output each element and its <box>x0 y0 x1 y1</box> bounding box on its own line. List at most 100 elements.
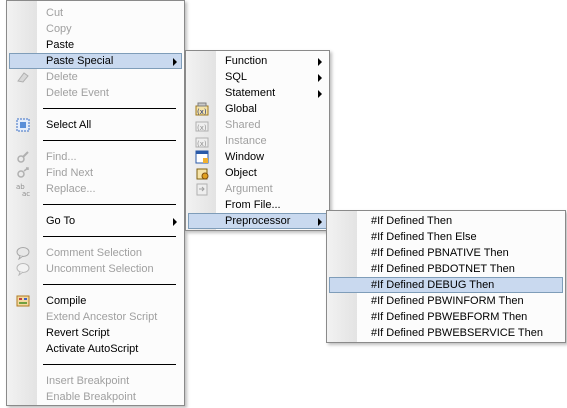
menu-item-compile[interactable]: Compile <box>9 293 182 309</box>
menu-item-label: #If Defined Then <box>371 215 453 227</box>
menu-item-if-defined-pbwebservice-then[interactable]: #If Defined PBWEBSERVICE Then <box>329 325 563 341</box>
menu-item-window-label: Window <box>225 151 265 163</box>
menu-item-if-defined-pbdotnet-then[interactable]: #If Defined PBDOTNET Then <box>329 261 563 277</box>
binoculars-icon <box>17 151 29 163</box>
menu-item-delete-label: Delete <box>46 71 78 83</box>
menu-item-shared-label: Shared <box>225 119 261 131</box>
menu-item-find: Find... <box>9 149 182 165</box>
menu-item-sql[interactable]: SQL <box>188 69 327 85</box>
menu-item-activate-autoscript-label: Activate AutoScript <box>46 343 139 355</box>
menu-item-object[interactable]: Object <box>188 165 327 181</box>
menu-item-global[interactable]: (x) Global <box>188 101 327 117</box>
window-icon <box>195 150 209 164</box>
submenu-arrow-icon <box>173 58 177 66</box>
select-all-icon <box>16 118 30 132</box>
menu-item-label: #If Defined PBWEBSERVICE Then <box>371 327 544 339</box>
menu-item-instance: (x) Instance <box>188 133 327 149</box>
menu-item-label: #If Defined Then Else <box>371 231 477 243</box>
menu-item-find-next: Find Next <box>9 165 182 181</box>
svg-text:(x): (x) <box>197 140 207 148</box>
comment-icon <box>16 247 30 260</box>
menu-item-extend-ancestor-script: Extend Ancestor Script <box>9 309 182 325</box>
eraser-icon <box>17 72 29 83</box>
menu-item-function-label: Function <box>225 55 268 67</box>
submenu-arrow-icon <box>318 90 322 98</box>
menu-item-label: #If Defined PBWEBFORM Then <box>371 311 528 323</box>
menu-item-argument-label: Argument <box>225 183 273 195</box>
menu-item-find-label: Find... <box>46 151 77 163</box>
svg-text:ac: ac <box>22 190 30 196</box>
menu-item-revert-script[interactable]: Revert Script <box>9 325 182 341</box>
menu-item-comment-selection: Comment Selection <box>9 245 182 261</box>
menu-item-preprocessor-label: Preprocessor <box>225 215 291 227</box>
menu-separator <box>43 140 176 141</box>
menu-item-select-all-label: Select All <box>46 119 92 131</box>
menu-item-compile-label: Compile <box>46 295 87 307</box>
menu-item-paste-special[interactable]: Paste Special <box>9 53 182 69</box>
menu-item-shared: (x) Shared <box>188 117 327 133</box>
argument-icon <box>196 183 208 196</box>
svg-text:(x): (x) <box>197 108 207 116</box>
menu-item-replace: ab ac Replace... <box>9 181 182 197</box>
menu-item-activate-autoscript[interactable]: Activate AutoScript <box>9 341 182 357</box>
menu-item-label: #If Defined PBDOTNET Then <box>371 263 515 275</box>
menu-item-paste-label: Paste <box>46 39 75 51</box>
menu-item-sql-label: SQL <box>225 71 248 83</box>
menu-item-global-label: Global <box>225 103 257 115</box>
menu-item-preprocessor[interactable]: Preprocessor <box>188 213 327 229</box>
menu-separator <box>43 364 176 365</box>
menu-item-cut: Cut <box>9 5 182 21</box>
menu-item-from-file-label: From File... <box>225 199 281 211</box>
menu-item-if-defined-pbwebform-then[interactable]: #If Defined PBWEBFORM Then <box>329 309 563 325</box>
menu-item-enable-breakpoint: Enable Breakpoint <box>9 389 182 405</box>
submenu-arrow-icon <box>318 74 322 82</box>
menu-item-if-defined-pbwinform-then[interactable]: #If Defined PBWINFORM Then <box>329 293 563 309</box>
menu-item-if-defined-then[interactable]: #If Defined Then <box>329 213 563 229</box>
menu-item-function[interactable]: Function <box>188 53 327 69</box>
menu-item-comment-selection-label: Comment Selection <box>46 247 142 259</box>
menu-separator <box>43 108 176 109</box>
menu-separator <box>43 284 176 285</box>
uncomment-icon <box>16 263 30 276</box>
menu-item-replace-label: Replace... <box>46 183 96 195</box>
menu-separator <box>43 236 176 237</box>
global-variable-icon: (x) <box>195 102 209 116</box>
menu-item-cut-label: Cut <box>46 7 64 19</box>
menu-item-insert-breakpoint: Insert Breakpoint <box>9 373 182 389</box>
menu-item-object-label: Object <box>225 167 257 179</box>
svg-text:(x): (x) <box>197 124 207 132</box>
menu-item-delete-event: Delete Event <box>9 85 182 101</box>
paste-special-submenu: Function SQL Statement (x) Global (x) Sh… <box>185 50 330 231</box>
menu-item-label: #If Defined PBWINFORM Then <box>371 295 524 307</box>
menu-item-go-to-label: Go To <box>46 215 76 227</box>
menu-item-go-to[interactable]: Go To <box>9 213 182 229</box>
menu-item-statement[interactable]: Statement <box>188 85 327 101</box>
shared-variable-icon: (x) <box>195 121 209 132</box>
preprocessor-submenu: #If Defined Then #If Defined Then Else #… <box>326 210 566 343</box>
menu-item-select-all[interactable]: Select All <box>9 117 182 133</box>
menu-item-paste-special-label: Paste Special <box>46 55 114 67</box>
menu-item-if-defined-then-else[interactable]: #If Defined Then Else <box>329 229 563 245</box>
submenu-arrow-icon <box>318 58 322 66</box>
menu-item-delete-event-label: Delete Event <box>46 87 109 99</box>
submenu-arrow-icon <box>318 218 322 226</box>
menu-item-uncomment-selection-label: Uncomment Selection <box>46 263 154 275</box>
menu-item-insert-breakpoint-label: Insert Breakpoint <box>46 375 130 387</box>
menu-item-argument: Argument <box>188 181 327 197</box>
object-icon <box>196 168 209 180</box>
compile-icon <box>16 295 30 307</box>
menu-item-find-next-label: Find Next <box>46 167 94 179</box>
menu-item-statement-label: Statement <box>225 87 276 99</box>
menu-item-if-defined-debug-then[interactable]: #If Defined DEBUG Then <box>329 277 563 293</box>
menu-item-label: #If Defined PBNATIVE Then <box>371 247 509 259</box>
menu-item-from-file[interactable]: From File... <box>188 197 327 213</box>
menu-item-window[interactable]: Window <box>188 149 327 165</box>
menu-item-paste[interactable]: Paste <box>9 37 182 53</box>
submenu-arrow-icon <box>173 218 177 226</box>
replace-icon: ab ac <box>16 183 30 196</box>
menu-item-if-defined-pbnative-then[interactable]: #If Defined PBNATIVE Then <box>329 245 563 261</box>
menu-item-copy-label: Copy <box>46 23 72 35</box>
context-menu: Cut Copy Paste Paste Special Delete Dele… <box>6 0 185 406</box>
menu-item-delete: Delete <box>9 69 182 85</box>
menu-item-copy: Copy <box>9 21 182 37</box>
